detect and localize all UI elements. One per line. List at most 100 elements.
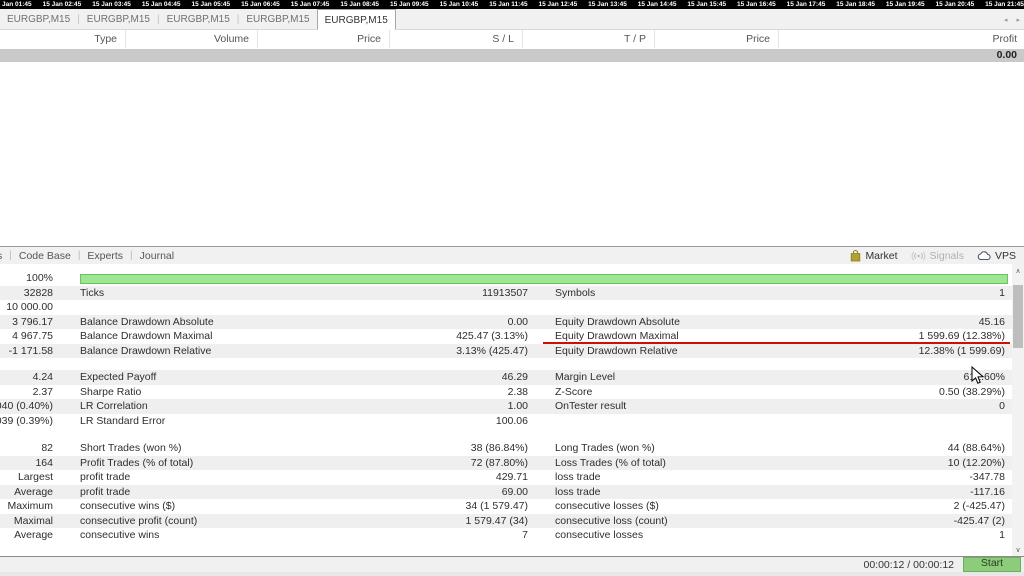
stat-row[interactable]: Averageprofit trade69.00loss trade-117.1… xyxy=(0,485,1012,500)
stat-label: consecutive profit (count) xyxy=(80,514,340,529)
start-button[interactable]: Start xyxy=(963,557,1021,572)
stat-row[interactable]: -1 171.58Balance Drawdown Relative3.13% … xyxy=(0,344,1012,359)
stat-row[interactable]: 4 967.75Balance Drawdown Maximal425.47 (… xyxy=(0,329,1012,344)
backtest-results-panel: ∧ ∨ 100%32828Ticks11913507Symbols110 000… xyxy=(0,264,1024,556)
toolbox-separator-icon: | xyxy=(78,250,81,261)
time-axis-label: 15 Jan 05:45 xyxy=(192,0,231,9)
toolbox-separator-icon: | xyxy=(9,250,12,261)
stat-label: Margin Level xyxy=(555,370,785,385)
column-header-volume-2[interactable]: Volume xyxy=(126,30,258,48)
stat-row[interactable]: Maximalconsecutive profit (count)1 579.4… xyxy=(0,514,1012,529)
column-header-type-1[interactable]: Type xyxy=(0,30,126,48)
time-axis-label: 15 Jan 18:45 xyxy=(836,0,875,9)
progress-bar-fill xyxy=(81,275,1007,283)
stat-left-value: 82 xyxy=(0,441,53,456)
vps-label: VPS xyxy=(995,250,1016,262)
column-header-tp-5[interactable]: T / P xyxy=(523,30,655,48)
elapsed-time: 00:00:12 / 00:00:12 xyxy=(864,559,955,571)
stat-value: 3.13% (425.47) xyxy=(340,344,528,359)
stat-row[interactable]: 4.24Expected Payoff46.29Margin Level612.… xyxy=(0,370,1012,385)
stat-label: Sharpe Ratio xyxy=(80,385,340,400)
column-header-profit-7[interactable]: Profit xyxy=(779,30,1024,48)
scrollbar-up-icon[interactable]: ∧ xyxy=(1012,264,1024,277)
stat-row[interactable]: 32828Ticks11913507Symbols1 xyxy=(0,286,1012,301)
stat-value: 612.60% xyxy=(758,370,1005,385)
chart-tab-2[interactable]: EURGBP,M15 xyxy=(80,9,157,30)
time-axis-label: 15 Jan 04:45 xyxy=(142,0,181,9)
stat-value: 1 599.69 (12.38%) xyxy=(758,329,1005,344)
stat-value: 69.00 xyxy=(340,485,528,500)
stat-value: 12.38% (1 599.69) xyxy=(758,344,1005,359)
stat-row[interactable]: 10 000.00 xyxy=(0,300,1012,315)
stat-label: Symbols xyxy=(555,286,785,301)
chart-tab-3[interactable]: EURGBP,M15 xyxy=(160,9,237,30)
signals-button[interactable]: Signals xyxy=(911,250,964,262)
chart-tab-bar-tabs: EURGBP,M15|EURGBP,M15|EURGBP,M15|EURGBP,… xyxy=(0,9,1024,30)
time-axis-label: 15 Jan 07:45 xyxy=(291,0,330,9)
stat-label: Expected Payoff xyxy=(80,370,340,385)
stat-left-value: .0040 (0.40%) xyxy=(0,399,53,414)
stat-label: Long Trades (won %) xyxy=(555,441,785,456)
tab-scroll-right-icon[interactable]: ▸ xyxy=(1016,16,1020,24)
time-axis-label: 15 Jan 06:45 xyxy=(241,0,280,9)
toolbox-bar: s|Code Base|Experts|Journal Market xyxy=(0,246,1024,264)
stat-value: 10 (12.20%) xyxy=(758,456,1005,471)
stat-left-value: 164 xyxy=(0,456,53,471)
stat-row[interactable]: 2.37Sharpe Ratio2.38Z-Score0.50 (38.29%) xyxy=(0,385,1012,400)
stat-left-value: .0039 (0.39%) xyxy=(0,414,53,429)
signals-icon xyxy=(911,251,926,261)
stat-left-value: Average xyxy=(0,528,53,543)
column-header-price-6[interactable]: Price xyxy=(655,30,779,48)
time-axis-label: 15 Jan 10:45 xyxy=(440,0,479,9)
stat-value: 425.47 (3.13%) xyxy=(340,329,528,344)
tab-scroll-left-icon[interactable]: ◂ xyxy=(1004,16,1008,24)
chart-tab-1[interactable]: EURGBP,M15 xyxy=(0,9,77,30)
stat-left-value: 4.24 xyxy=(0,370,53,385)
stat-label: consecutive losses xyxy=(555,528,785,543)
history-quality-progress-bar xyxy=(80,274,1008,284)
stat-row[interactable]: 3 796.17Balance Drawdown Absolute0.00Equ… xyxy=(0,315,1012,330)
chart-tab-4[interactable]: EURGBP,M15 xyxy=(239,9,316,30)
scrollbar-down-icon[interactable]: ∨ xyxy=(1012,543,1024,556)
stat-label: consecutive losses ($) xyxy=(555,499,785,514)
stats-block-1: 100%32828Ticks11913507Symbols110 000.003… xyxy=(0,271,1012,358)
stat-label: Equity Drawdown Absolute xyxy=(555,315,785,330)
time-axis-label: 15 Jan 14:45 xyxy=(638,0,677,9)
stat-row[interactable]: Largestprofit trade429.71loss trade-347.… xyxy=(0,470,1012,485)
column-header-price-3[interactable]: Price xyxy=(258,30,390,48)
stat-value: -117.16 xyxy=(758,485,1005,500)
stats-scrollbar[interactable]: ∧ ∨ xyxy=(1012,264,1024,556)
time-axis-label: 15 Jan 21:45 xyxy=(985,0,1024,9)
stat-label: LR Correlation xyxy=(80,399,340,414)
stat-row[interactable]: .0040 (0.40%)LR Correlation1.00OnTester … xyxy=(0,399,1012,414)
scrollbar-thumb[interactable] xyxy=(1013,285,1023,348)
stat-label: Balance Drawdown Maximal xyxy=(80,329,340,344)
tester-status-bar: 00:00:12 / 00:00:12 Start xyxy=(0,556,1024,572)
window-bottom-edge xyxy=(0,572,1024,576)
balance-row[interactable]: 0.00 xyxy=(0,49,1024,62)
chart-tab-bar: EURGBP,M15|EURGBP,M15|EURGBP,M15|EURGBP,… xyxy=(0,9,1024,30)
time-axis-label: 15 Jan 16:45 xyxy=(737,0,776,9)
stat-row[interactable]: Maximumconsecutive wins ($)34 (1 579.47)… xyxy=(0,499,1012,514)
toolbox-tab-journal[interactable]: Journal xyxy=(140,250,174,262)
stat-row[interactable]: 82Short Trades (won %)38 (86.84%)Long Tr… xyxy=(0,441,1012,456)
stat-value: 1.00 xyxy=(340,399,528,414)
stats-block-3: 82Short Trades (won %)38 (86.84%)Long Tr… xyxy=(0,441,1012,543)
stat-row[interactable]: .0039 (0.39%)LR Standard Error100.06 xyxy=(0,414,1012,429)
chart-tab-5[interactable]: EURGBP,M15 xyxy=(317,9,396,30)
stat-label: LR Standard Error xyxy=(80,414,340,429)
stat-value: 11913507 xyxy=(340,286,528,301)
column-header-sl-4[interactable]: S / L xyxy=(390,30,523,48)
toolbox-tab-experts[interactable]: Experts xyxy=(87,250,123,262)
market-button[interactable]: Market xyxy=(850,250,897,262)
toolbox-tab-s[interactable]: s xyxy=(0,250,2,262)
stat-row[interactable]: 100% xyxy=(0,271,1012,286)
stat-label: Profit Trades (% of total) xyxy=(80,456,340,471)
stat-label: Short Trades (won %) xyxy=(80,441,340,456)
toolbox-tab-code-base[interactable]: Code Base xyxy=(19,250,71,262)
vps-button[interactable]: VPS xyxy=(977,250,1016,262)
stat-row[interactable]: 164Profit Trades (% of total)72 (87.80%)… xyxy=(0,456,1012,471)
stat-row[interactable]: Averageconsecutive wins7consecutive loss… xyxy=(0,528,1012,543)
time-axis-label: 15 Jan 09:45 xyxy=(390,0,429,9)
stats-block-2: 4.24Expected Payoff46.29Margin Level612.… xyxy=(0,370,1012,428)
